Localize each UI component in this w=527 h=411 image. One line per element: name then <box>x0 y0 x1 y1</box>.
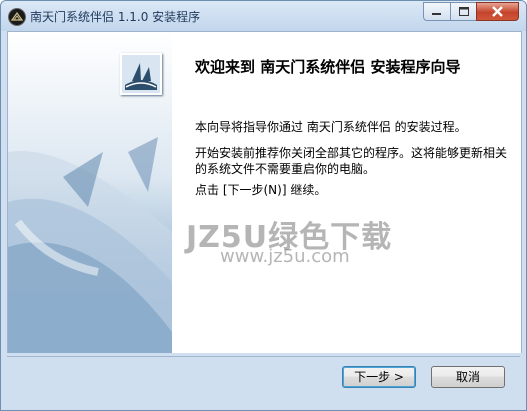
minimize-icon <box>432 13 441 15</box>
title-bar[interactable]: 南天门系统伴侣 1.1.0 安装程序 <box>1 1 526 31</box>
close-button[interactable] <box>476 2 519 21</box>
installer-logo <box>120 53 162 95</box>
watermark: JZ5U绿色下载 www.jz5u.com <box>186 212 392 267</box>
app-icon <box>8 8 26 26</box>
minimize-button[interactable] <box>423 2 450 21</box>
installer-window: 南天门系统伴侣 1.1.0 安装程序 欢迎来到 南天门系统伴侣 安装程序向导 本… <box>0 0 527 411</box>
window-title: 南天门系统伴侣 1.1.0 安装程序 <box>30 10 201 24</box>
divider <box>7 356 520 358</box>
next-button[interactable]: 下一步 > <box>342 366 416 388</box>
side-banner <box>8 32 172 354</box>
close-icon <box>492 6 503 17</box>
recommendation-text: 开始安装前推荐你关闭全部其它的程序。这将能够更新相关的系统文件不需要重启你的电脑… <box>195 146 508 176</box>
caption-buttons <box>423 2 519 21</box>
welcome-content: 欢迎来到 南天门系统伴侣 安装程序向导 本向导将指导你通过 南天门系统伴侣 的安… <box>172 32 521 354</box>
maximize-button[interactable] <box>450 2 476 21</box>
wizard-body: 欢迎来到 南天门系统伴侣 安装程序向导 本向导将指导你通过 南天门系统伴侣 的安… <box>7 31 522 355</box>
ship-logo-icon <box>122 55 160 93</box>
watermark-url: www.jz5u.com <box>220 246 350 267</box>
welcome-heading: 欢迎来到 南天门系统伴侣 安装程序向导 <box>195 58 461 76</box>
cancel-button[interactable]: 取消 <box>431 366 505 388</box>
intro-text: 本向导将指导你通过 南天门系统伴侣 的安装过程。 <box>195 120 467 134</box>
maximize-icon <box>459 7 469 16</box>
continue-instruction: 点击 [下一步(N)] 继续。 <box>195 183 327 197</box>
button-bar: 下一步 > 取消 <box>1 353 526 410</box>
